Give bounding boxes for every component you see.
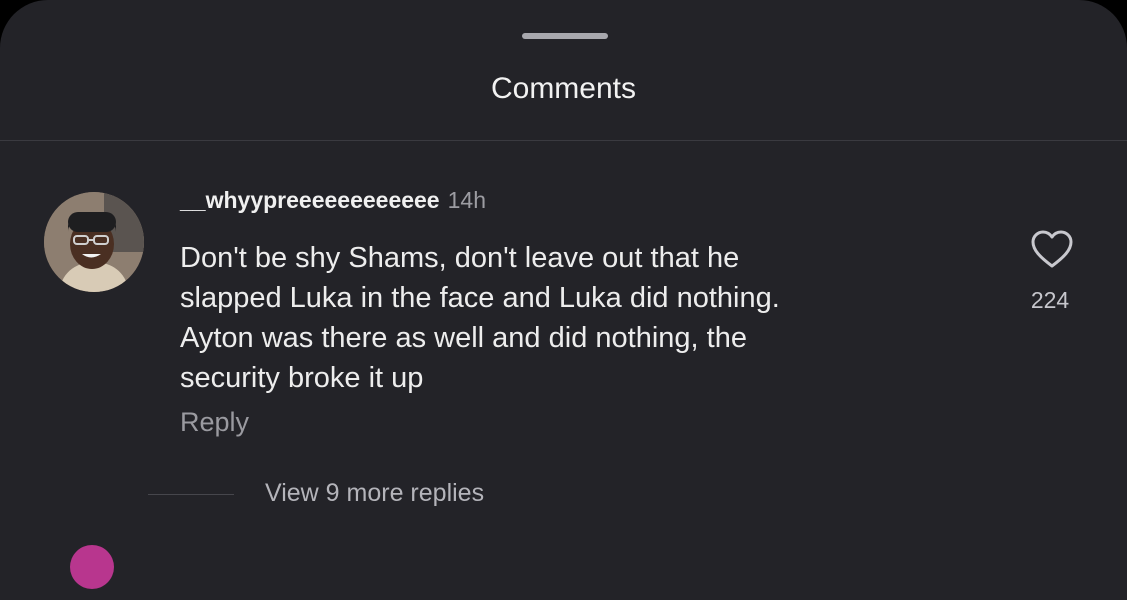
drag-handle[interactable] xyxy=(522,33,608,39)
comment-header: __whyypreeeeeeeeeeee 14h xyxy=(180,187,486,214)
sheet-title: Comments xyxy=(490,72,637,105)
avatar[interactable] xyxy=(44,192,144,292)
comment-text-line: slapped Luka in the face and Luka did no… xyxy=(180,282,780,314)
comments-sheet: Comments __whyypreeeeeeeeeeee 14h Don't b… xyxy=(0,0,1127,600)
comment-body: Don't be shy Shams, don't leave out that… xyxy=(180,238,980,398)
reply-button[interactable]: Reply xyxy=(180,407,249,438)
view-more-replies-button[interactable]: View 9 more replies xyxy=(265,479,484,508)
header-divider xyxy=(0,140,1127,141)
heart-outline-icon[interactable] xyxy=(1030,229,1074,269)
comment-username[interactable]: __whyypreeeeeeeeeeee xyxy=(180,187,440,213)
replies-thread-line xyxy=(148,494,234,495)
like-count: 224 xyxy=(1030,287,1070,313)
comment-text-line: Don't be shy Shams, don't leave out that… xyxy=(180,242,740,274)
comment-timestamp: 14h xyxy=(447,187,486,213)
comment-text-line: security broke it up xyxy=(180,362,424,394)
comment-text-line: Ayton was there as well and did nothing,… xyxy=(180,322,747,354)
